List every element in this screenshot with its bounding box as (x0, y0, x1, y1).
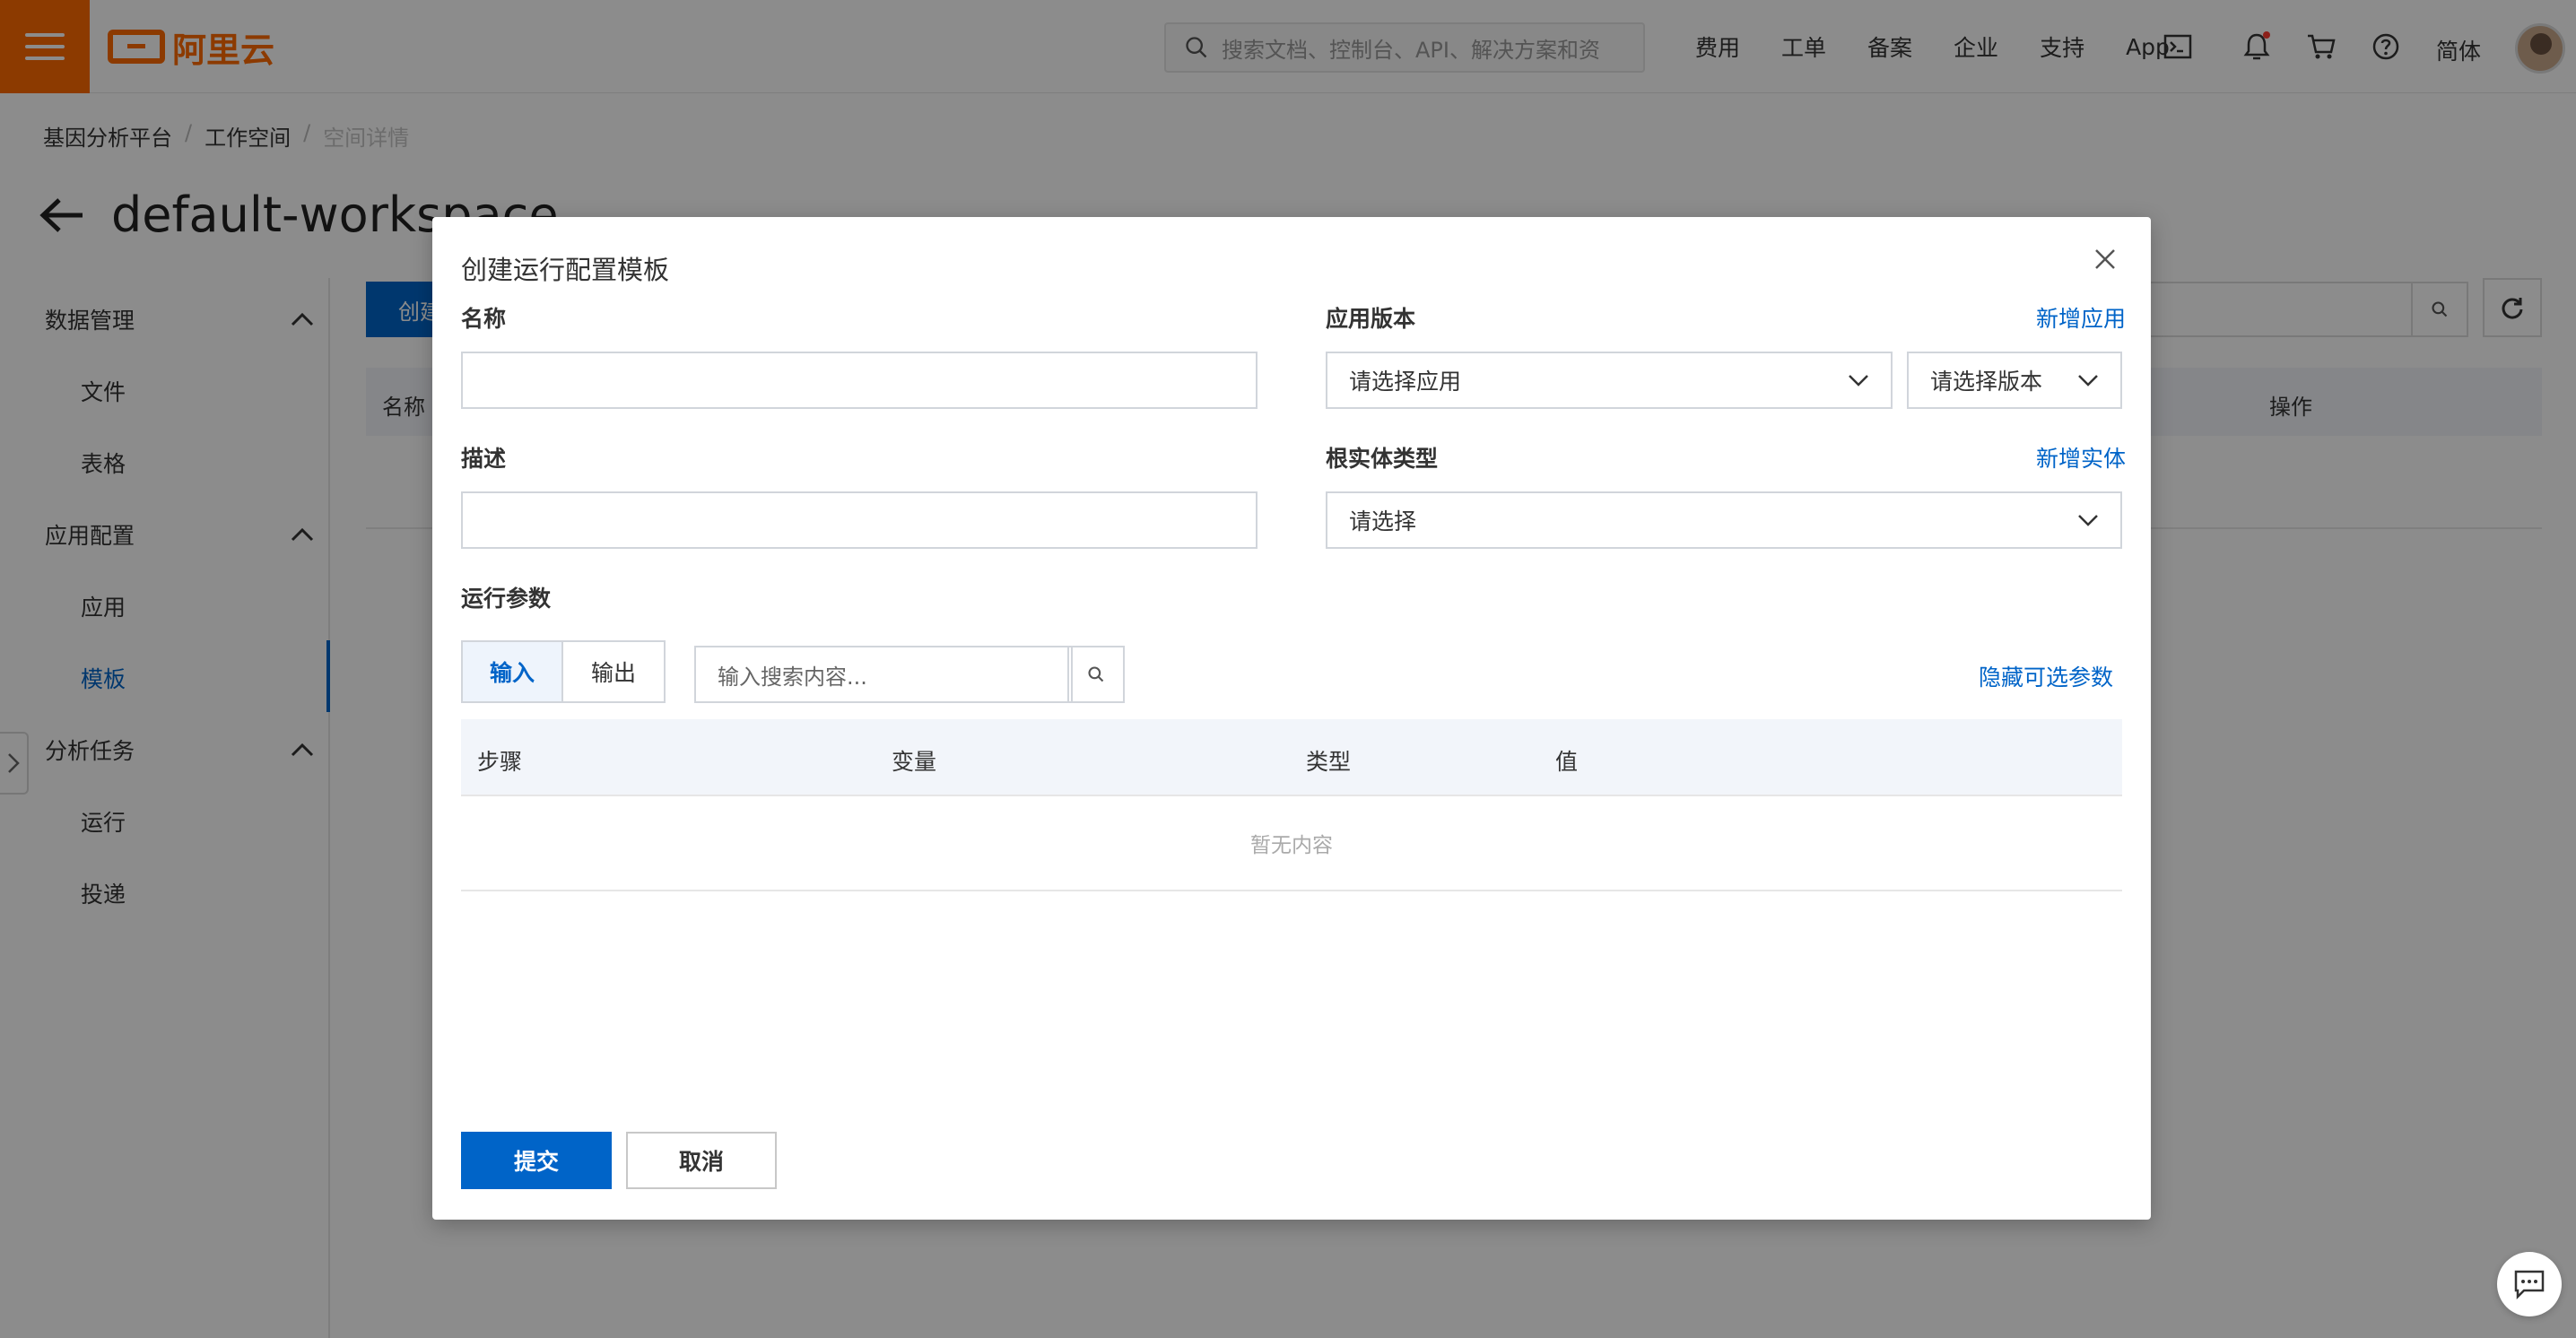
chevron-down-icon (2078, 375, 2098, 387)
column-type: 类型 (1306, 749, 1352, 775)
root-entity-select-value: 请选择 (1349, 508, 1417, 534)
name-label: 名称 (461, 306, 507, 332)
run-params-label: 运行参数 (461, 586, 552, 612)
chevron-down-icon (1849, 375, 1868, 387)
app-select-value: 请选择应用 (1349, 369, 1462, 395)
cancel-button[interactable]: 取消 (626, 1132, 777, 1189)
hide-optional-params-link[interactable]: 隐藏可选参数 (1979, 660, 2113, 692)
add-app-link[interactable]: 新增应用 (2036, 301, 2126, 334)
description-label: 描述 (461, 446, 507, 472)
root-entity-label: 根实体类型 (1326, 446, 1439, 472)
add-entity-link[interactable]: 新增实体 (2036, 441, 2126, 474)
param-direction-tabs: 输入 输出 (461, 640, 666, 703)
param-search-button[interactable] (1067, 646, 1125, 703)
dialog-title: 创建运行配置模板 (461, 255, 670, 285)
app-select[interactable]: 请选择应用 (1326, 352, 1893, 409)
name-field[interactable] (461, 352, 1258, 409)
params-table-header: 步骤 变量 类型 值 (461, 719, 2122, 796)
root-entity-select[interactable]: 请选择 (1326, 491, 2122, 549)
search-icon (1088, 666, 1104, 682)
version-select[interactable]: 请选择版本 (1907, 352, 2122, 409)
submit-button[interactable]: 提交 (461, 1132, 612, 1189)
column-variable: 变量 (892, 749, 937, 775)
tab-output[interactable]: 输出 (563, 642, 664, 701)
chevron-down-icon (2078, 515, 2098, 526)
description-field[interactable] (461, 491, 1258, 549)
chat-icon (2514, 1270, 2545, 1299)
column-step: 步骤 (477, 749, 523, 775)
create-template-dialog: 创建运行配置模板 名称 应用版本 新增应用 请选择应用 请选择版本 描述 根实体… (432, 217, 2151, 1220)
version-select-value: 请选择版本 (1930, 369, 2043, 395)
param-search-placeholder: 输入搜索内容... (718, 664, 867, 690)
tab-input[interactable]: 输入 (463, 642, 563, 701)
column-value: 值 (1555, 749, 1579, 775)
close-icon[interactable] (2092, 246, 2119, 273)
empty-state: 暂无内容 (461, 796, 2122, 891)
app-version-label: 应用版本 (1326, 306, 1416, 332)
param-search-input[interactable]: 输入搜索内容... (694, 646, 1073, 703)
chat-button[interactable] (2497, 1252, 2562, 1316)
